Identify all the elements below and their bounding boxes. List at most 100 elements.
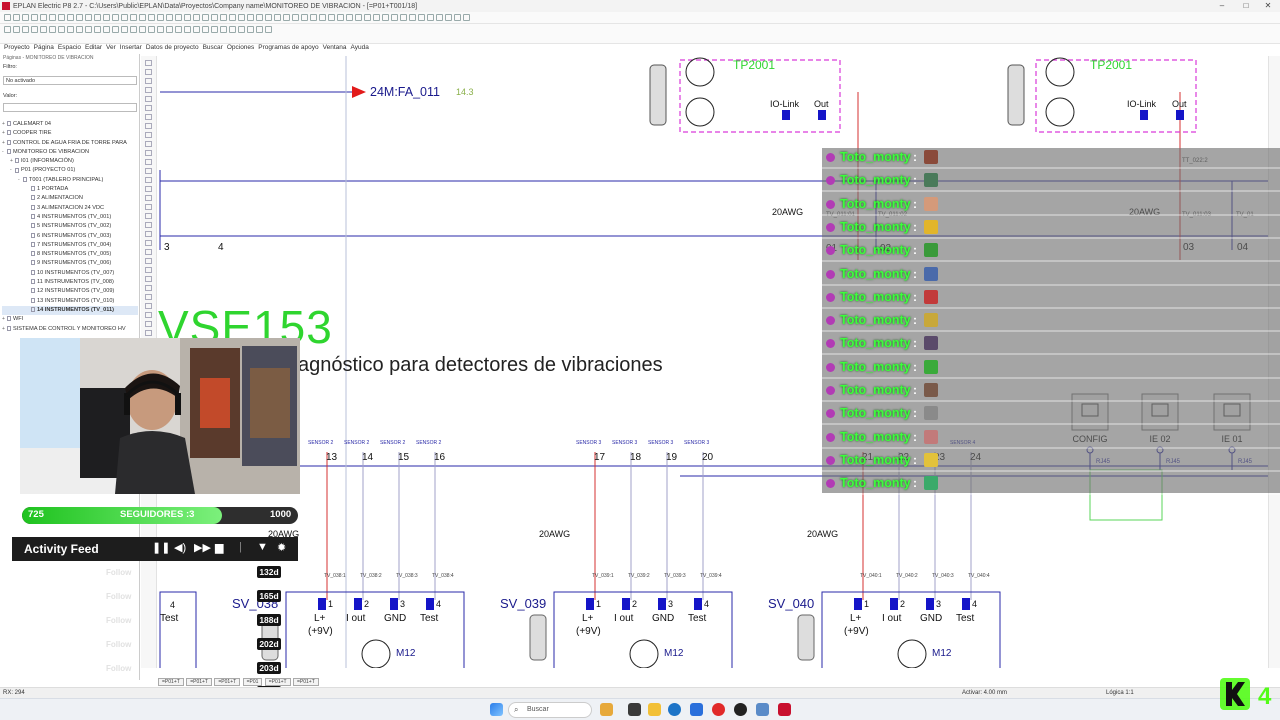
toolbar-button[interactable] [13,14,20,21]
toolbar-button[interactable] [238,26,245,33]
draw-tool-icon[interactable] [145,195,152,201]
toolbar-button[interactable] [121,14,128,21]
draw-tool-icon[interactable] [145,312,152,318]
toolbar-button[interactable] [67,26,74,33]
tree-item[interactable]: + CALEMART 04 [2,120,138,129]
tree-item[interactable]: 14 INSTRUMENTOS (TV_011) [2,305,138,316]
toolbar-button[interactable] [175,14,182,21]
tree-item[interactable]: 9 INSTRUMENTOS (TV_006) [2,259,138,268]
minimize-button[interactable]: – [1212,0,1232,12]
menu-item[interactable]: Ventana [323,44,347,54]
draw-tool-icon[interactable] [145,105,152,111]
menu-item[interactable]: Insertar [120,44,142,54]
toolbar-button[interactable] [22,26,29,33]
draw-tool-icon[interactable] [145,87,152,93]
menu-item[interactable]: Ver [106,44,116,54]
page-tab[interactable]: =P01 [242,678,263,686]
toolbar-button[interactable] [265,26,272,33]
toolbar-button[interactable] [130,26,137,33]
toolbar-button[interactable] [202,14,209,21]
menu-item[interactable]: Buscar [203,44,223,54]
toolbar-button[interactable] [454,14,461,21]
toolbar-button[interactable] [319,14,326,21]
toolbar-button[interactable] [337,14,344,21]
toolbar-button[interactable] [373,14,380,21]
toolbar-button[interactable] [436,14,443,21]
page-tab[interactable]: =P01+T [292,678,319,686]
trash-icon[interactable]: ▆ [215,541,223,554]
toolbar-button[interactable] [49,14,56,21]
toolbar-button[interactable] [265,14,272,21]
menu-item[interactable]: Proyecto [4,44,30,54]
draw-tool-icon[interactable] [145,96,152,102]
toolbar-button[interactable] [157,14,164,21]
toolbar-button[interactable] [247,26,254,33]
tree-item[interactable]: 10 INSTRUMENTOS (TV_007) [2,269,138,278]
draw-tool-icon[interactable] [145,258,152,264]
toolbar-button[interactable] [247,14,254,21]
explorer-icon[interactable] [648,703,661,716]
widget-icon[interactable] [600,703,613,716]
taskview-icon[interactable] [628,703,641,716]
toolbar-button[interactable] [238,14,245,21]
draw-tool-icon[interactable] [145,231,152,237]
tree-item[interactable]: + SISTEMA DE CONTROL Y MONITOREO HV [2,325,138,334]
toolbar-button[interactable] [94,14,101,21]
toolbar-button[interactable] [463,14,470,21]
toolbar-button[interactable] [310,14,317,21]
page-tab[interactable]: =P01+T [186,678,212,686]
toolbar-button[interactable] [76,14,83,21]
opera-icon[interactable] [712,703,725,716]
draw-tool-icon[interactable] [145,186,152,192]
toolbar-button[interactable] [139,14,146,21]
tree-item[interactable]: 4 INSTRUMENTOS (TV_001) [2,213,138,222]
toolbar-button[interactable] [103,14,110,21]
tree-item[interactable]: 12 INSTRUMENTOS (TV_009) [2,287,138,296]
draw-tool-icon[interactable] [145,267,152,273]
toolbar-button[interactable] [139,26,146,33]
draw-tool-icon[interactable] [145,303,152,309]
toolbar-button[interactable] [445,14,452,21]
toolbar-button[interactable] [76,26,83,33]
toolbar-button[interactable] [256,26,263,33]
toolbar-button[interactable] [346,14,353,21]
menu-item[interactable]: Datos de proyecto [146,44,199,54]
tree-item[interactable]: 5 INSTRUMENTOS (TV_002) [2,222,138,231]
maximize-button[interactable]: □ [1236,0,1256,12]
draw-tool-icon[interactable] [145,123,152,129]
toolbar-button[interactable] [166,26,173,33]
toolbar-button[interactable] [85,26,92,33]
tree-item[interactable]: - MONITOREO DE VIBRACION [2,148,138,157]
toolbar-button[interactable] [229,26,236,33]
draw-tool-icon[interactable] [145,132,152,138]
tree-item[interactable]: 2 ALIMENTACION [2,194,138,203]
toolbar-button[interactable] [121,26,128,33]
draw-tool-icon[interactable] [145,159,152,165]
tree-item[interactable]: + CONTROL DE AGUA FRIA DE TORRE PARA [2,139,138,148]
toolbar-button[interactable] [418,14,425,21]
toolbar-button[interactable] [40,26,47,33]
toolbar-button[interactable] [112,14,119,21]
menu-item[interactable]: Página [34,44,54,54]
taskbar-search[interactable]: ⌕ Buscar [508,702,592,718]
draw-tool-icon[interactable] [145,321,152,327]
toolbar-button[interactable] [157,26,164,33]
value-input[interactable] [3,103,137,112]
toolbar-button[interactable] [13,26,20,33]
draw-tool-icon[interactable] [145,78,152,84]
pause-icon[interactable]: ❚❚ [152,541,170,554]
filter-select[interactable]: No activado [3,76,137,85]
toolbar-button[interactable] [166,14,173,21]
page-tab[interactable]: =P01+T [264,678,291,686]
toolbar-button[interactable] [103,26,110,33]
toolbar-button[interactable] [229,14,236,21]
tree-item[interactable]: 7 INSTRUMENTOS (TV_004) [2,241,138,250]
toolbar-button[interactable] [283,14,290,21]
store-icon[interactable] [690,703,703,716]
toolbar-button[interactable] [58,14,65,21]
toolbar-button[interactable] [220,26,227,33]
volume-icon[interactable]: ◀) [174,541,186,554]
draw-tool-icon[interactable] [145,213,152,219]
toolbar-button[interactable] [220,14,227,21]
draw-tool-icon[interactable] [145,150,152,156]
